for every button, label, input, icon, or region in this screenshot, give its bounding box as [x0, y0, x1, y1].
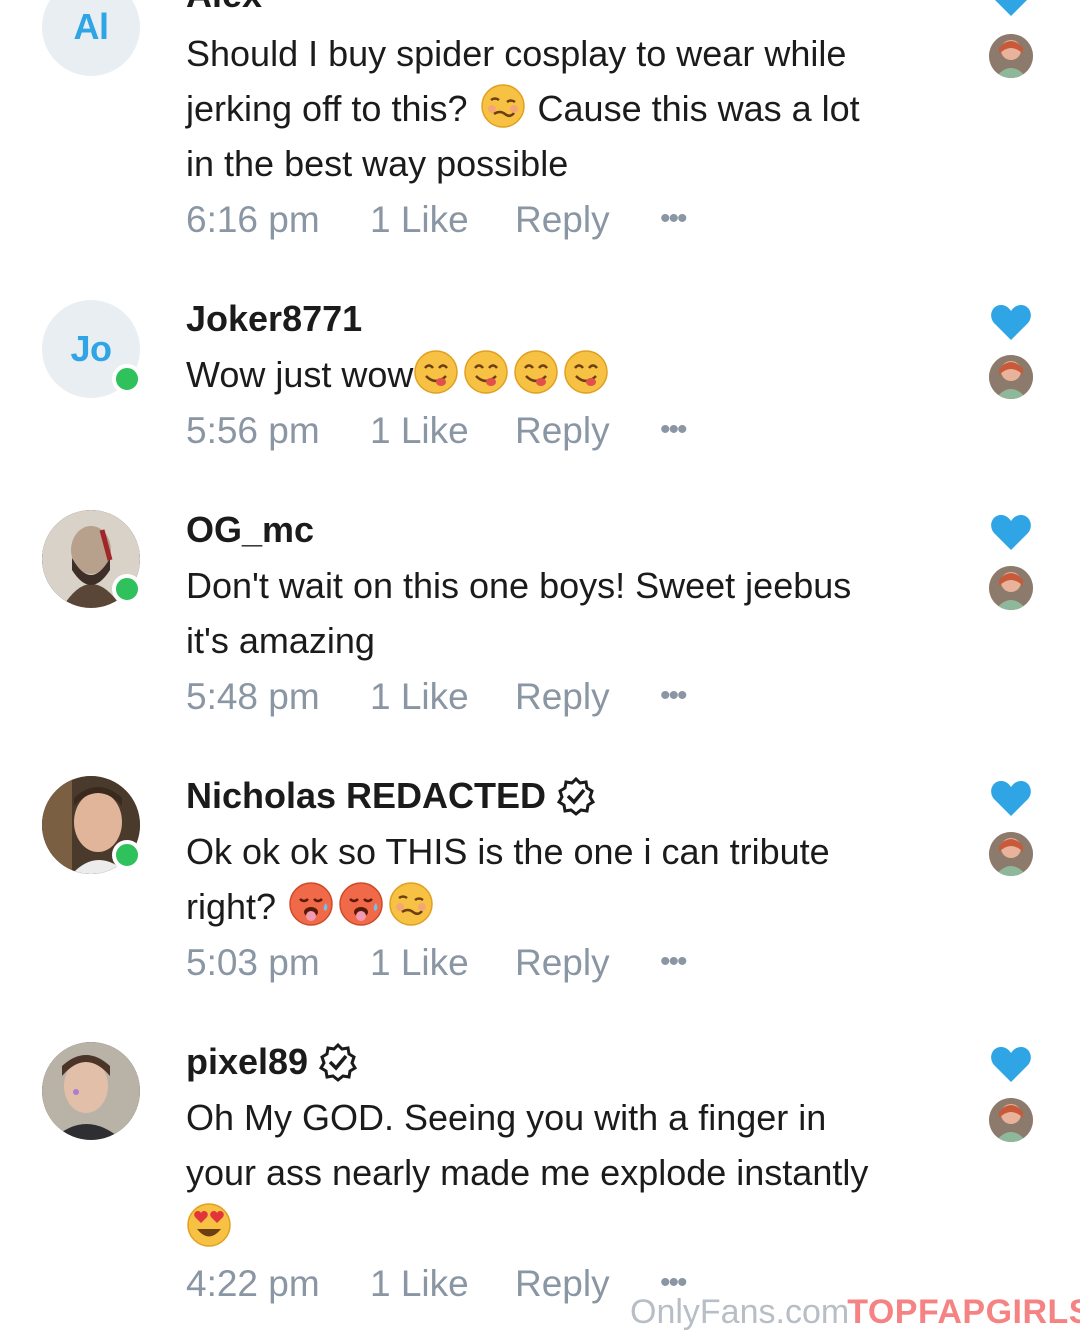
more-icon[interactable]: •••	[660, 679, 687, 713]
comment-text: Wow just wow	[186, 347, 946, 402]
comment-meta: 5:03 pm 1 Like Reply •••	[186, 942, 687, 984]
heart-eyes-emoji	[187, 1203, 231, 1247]
reply-link[interactable]: Reply	[515, 199, 660, 241]
heart-icon[interactable]	[990, 778, 1032, 818]
avatar[interactable]	[42, 776, 142, 874]
like-count-link[interactable]: 1 Like	[370, 676, 515, 718]
comment-line-part: Wow just wow	[186, 354, 414, 395]
creator-avatar-image	[989, 34, 1033, 78]
comment-text: Ok ok ok so THIS is the one i can tribut…	[186, 824, 946, 934]
yum-face-emoji	[514, 350, 559, 394]
comment-line-part: Cause this was a lot	[537, 88, 860, 129]
avatar[interactable]: Al	[42, 0, 140, 76]
author-name: Nicholas REDACTED	[186, 775, 547, 816]
avatar-image	[42, 1042, 140, 1140]
creator-avatar-image	[989, 566, 1033, 610]
avatar-initials: Al	[73, 6, 110, 47]
author-name: pixel89	[186, 1041, 309, 1082]
heart-icon[interactable]	[990, 512, 1032, 552]
comment-time: 4:22 pm	[186, 1263, 320, 1304]
watermark: OnlyFans.comTOPFAPGIRLS	[630, 1293, 1080, 1332]
reply-link[interactable]: Reply	[515, 410, 660, 452]
creator-avatar-image	[989, 355, 1033, 399]
comment-meta: 5:56 pm 1 Like Reply •••	[186, 410, 687, 452]
author-name: Joker8771	[186, 298, 363, 339]
more-icon[interactable]: •••	[660, 413, 687, 447]
author-name: OG_mc	[186, 509, 315, 550]
comment-line-part: right?	[186, 886, 277, 927]
avatar[interactable]	[42, 1042, 140, 1140]
comment-line: jerking off to this? Cause this was a lo…	[186, 81, 946, 136]
comment-line: Don't wait on this one boys! Sweet jeebu…	[186, 565, 852, 606]
comment-line: Should I buy spider cosplay to wear whil…	[186, 33, 847, 74]
comment-line: Ok ok ok so THIS is the one i can tribut…	[186, 831, 830, 872]
watermark-brand: TOPFAPGIRLS	[847, 1293, 1080, 1331]
comment-time: 6:16 pm	[186, 199, 320, 240]
comment-author[interactable]: Nicholas REDACTED	[186, 775, 596, 817]
verified-icon	[319, 1042, 358, 1082]
comment-text: Should I buy spider cosplay to wear whil…	[186, 26, 946, 191]
comment-line: Oh My GOD. Seeing you with a finger in	[186, 1097, 827, 1138]
comment-line: it's amazing	[186, 620, 375, 661]
heart-icon[interactable]	[990, 0, 1032, 18]
yum-face-emoji	[464, 350, 509, 394]
avatar[interactable]	[42, 510, 142, 608]
reply-link[interactable]: Reply	[515, 676, 660, 718]
yum-face-emoji	[414, 350, 459, 394]
comment-time: 5:48 pm	[186, 676, 320, 717]
comment-author[interactable]: Joker8771	[186, 298, 362, 340]
avatar-initials: Jo	[70, 328, 112, 369]
comment-line-part: jerking off to this?	[186, 88, 468, 129]
heart-icon[interactable]	[990, 302, 1032, 342]
online-status-dot	[112, 574, 142, 604]
like-count-link[interactable]: 1 Like	[370, 1263, 515, 1305]
creator-avatar-image	[989, 1098, 1033, 1142]
watermark-site: OnlyFans.com	[630, 1293, 850, 1331]
comment-meta: 5:48 pm 1 Like Reply •••	[186, 676, 687, 718]
creator-avatar[interactable]	[989, 832, 1033, 876]
comment-text: Oh My GOD. Seeing you with a finger in y…	[186, 1090, 946, 1255]
online-status-dot	[112, 364, 142, 394]
woozy-face-emoji	[480, 84, 525, 128]
comment-author[interactable]: OG_mc	[186, 509, 314, 551]
comment-line: your ass nearly made me explode instantl…	[186, 1152, 869, 1193]
comment-author[interactable]: pixel89	[186, 1041, 358, 1083]
yum-face-emoji	[564, 350, 609, 394]
like-count-link[interactable]: 1 Like	[370, 410, 515, 452]
hot-face-emoji	[289, 882, 333, 926]
woozy-face-emoji	[389, 882, 433, 926]
comment-line: right?	[186, 879, 946, 934]
creator-avatar[interactable]	[989, 34, 1033, 78]
online-status-dot	[112, 840, 142, 870]
author-name: Alex	[186, 0, 262, 16]
creator-avatar[interactable]	[989, 355, 1033, 399]
comment-meta: 6:16 pm 1 Like Reply •••	[186, 199, 687, 241]
comment-meta: 4:22 pm 1 Like Reply •••	[186, 1263, 687, 1305]
comment-time: 5:03 pm	[186, 942, 320, 983]
more-icon[interactable]: •••	[660, 202, 687, 236]
comment-time: 5:56 pm	[186, 410, 320, 451]
like-count-link[interactable]: 1 Like	[370, 199, 515, 241]
hot-face-emoji	[339, 882, 383, 926]
reply-link[interactable]: Reply	[515, 942, 660, 984]
more-icon[interactable]: •••	[660, 945, 687, 979]
heart-icon[interactable]	[990, 1044, 1032, 1084]
creator-avatar[interactable]	[989, 1098, 1033, 1142]
comment-line: Wow just wow	[186, 347, 946, 402]
comment-line	[186, 1200, 946, 1255]
verified-icon	[557, 776, 596, 816]
like-count-link[interactable]: 1 Like	[370, 942, 515, 984]
avatar[interactable]: Jo	[42, 300, 142, 398]
creator-avatar-image	[989, 832, 1033, 876]
comment-text: Don't wait on this one boys! Sweet jeebu…	[186, 558, 946, 668]
comment-line: in the best way possible	[186, 143, 569, 184]
creator-avatar[interactable]	[989, 566, 1033, 610]
comment-author[interactable]: Alex	[186, 0, 262, 16]
